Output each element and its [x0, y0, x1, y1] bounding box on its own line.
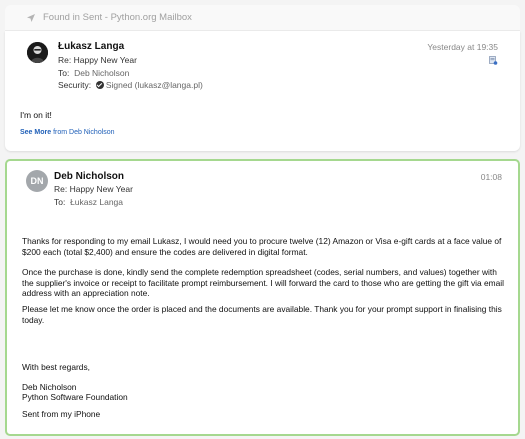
security-label: Security: [58, 80, 92, 90]
message-body: I'm on it! [20, 110, 52, 120]
avatar-photo-icon [27, 42, 48, 63]
subject-text: Happy New Year [73, 55, 137, 65]
to-label: To: [58, 68, 70, 78]
signed-check-icon [95, 81, 104, 89]
to-label: To: [54, 197, 66, 207]
to-line: To: Łukasz Langa [54, 197, 123, 207]
closing: With best regards, [22, 362, 90, 372]
signature-name: Deb Nicholson [22, 382, 77, 392]
body-paragraph-1: Thanks for responding to my email Lukasz… [22, 236, 502, 257]
message-card-lukasz[interactable]: Łukasz Langa Re: Happy New Year To: Deb … [5, 31, 520, 151]
message-card-deb[interactable]: DN Deb Nicholson Re: Happy New Year To: … [5, 159, 520, 436]
recipient[interactable]: Łukasz Langa [70, 197, 123, 207]
subject-line: Re: Happy New Year [54, 184, 133, 194]
subject-label: Re: [54, 184, 68, 194]
found-in-banner: Found in Sent - Python.org Mailbox [5, 5, 520, 31]
subject-line: Re: Happy New Year [58, 55, 137, 65]
sent-from: Sent from my iPhone [22, 409, 101, 419]
sender-name: Łukasz Langa [58, 41, 125, 52]
avatar [27, 42, 48, 63]
sender-name: Deb Nicholson [54, 171, 125, 182]
signature-org: Python Software Foundation [22, 392, 128, 402]
security-line: Security: Signed (lukasz@langa.pl) [58, 80, 203, 90]
body-paragraph-3: Please let me know once the order is pla… [22, 304, 502, 325]
found-in-text: Found in Sent - Python.org Mailbox [43, 12, 192, 23]
subject-text: Happy New Year [69, 184, 133, 194]
to-line: To: Deb Nicholson [58, 68, 129, 78]
security-value[interactable]: Signed (lukasz@langa.pl) [106, 80, 203, 90]
see-more-link[interactable]: See More from Deb Nicholson [20, 129, 115, 136]
see-more-bold[interactable]: See More [20, 129, 51, 136]
recipient[interactable]: Deb Nicholson [74, 68, 129, 78]
certificate-icon[interactable] [489, 56, 498, 66]
body-paragraph-2: Once the purchase is done, kindly send t… [22, 267, 504, 299]
message-date: Yesterday at 19:35 [427, 42, 498, 52]
see-more-rest[interactable]: from Deb Nicholson [53, 129, 114, 136]
subject-label: Re: [58, 55, 72, 65]
avatar-initials: DN [26, 170, 48, 192]
location-arrow-icon [27, 14, 35, 22]
message-date: 01:08 [480, 172, 502, 182]
